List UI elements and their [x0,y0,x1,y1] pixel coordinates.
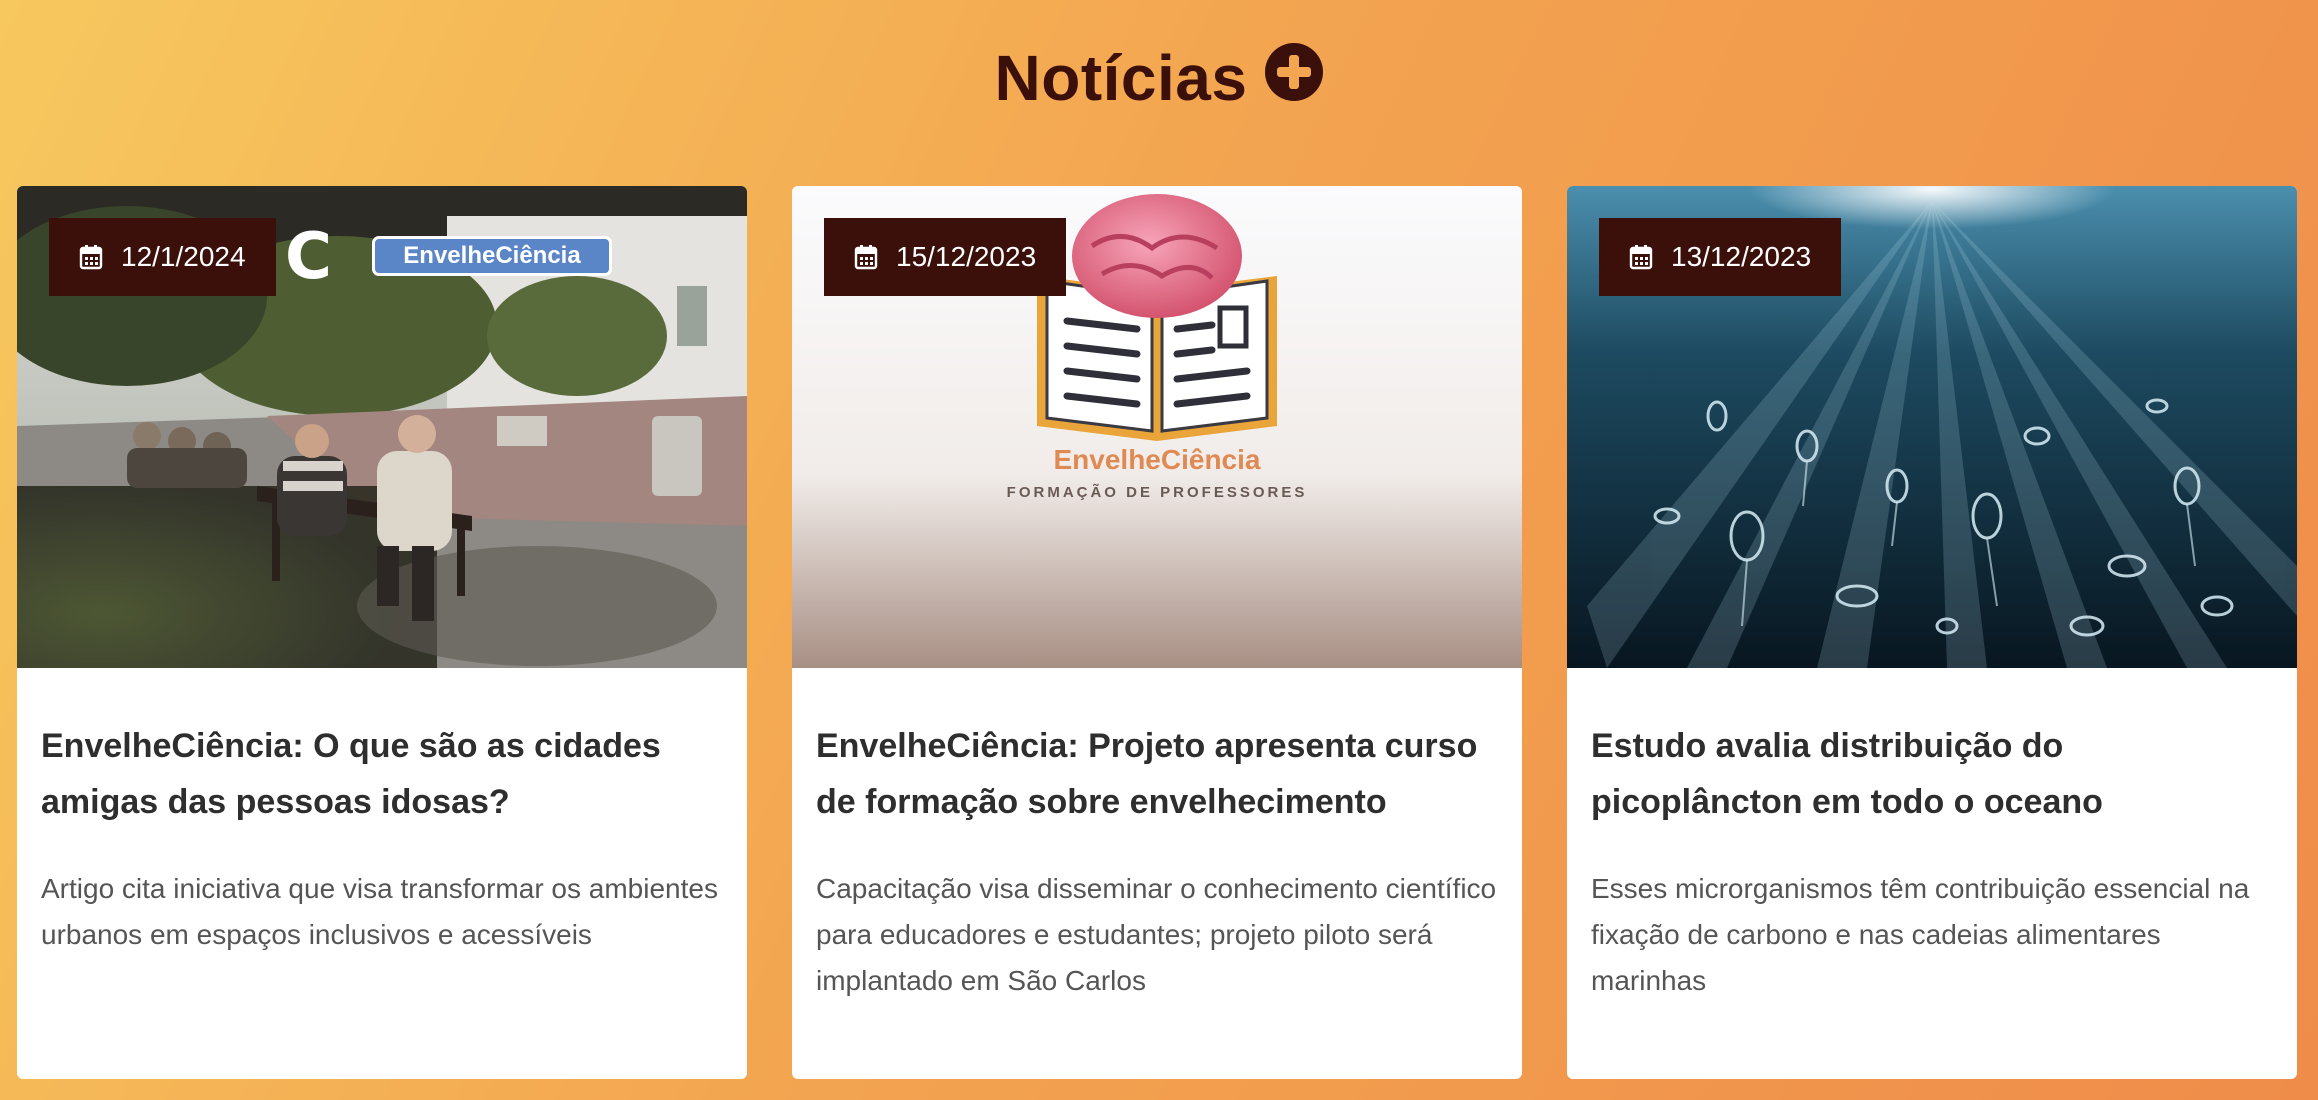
envelheciencia-logo-banner: EnvelheCiência [372,236,612,276]
image-brand-subtitle: FORMAÇÃO DE PROFESSORES [1006,484,1308,501]
news-card-2[interactable]: EnvelheCiência FORMAÇÃO DE PROFESSORES 1… [792,186,1522,1079]
card-title[interactable]: Estudo avalia distribuição do picoplânct… [1591,718,2273,830]
image-brand-name: EnvelheCiência [1053,444,1261,475]
card-excerpt: Capacitação visa disseminar o conhecimen… [816,873,1497,996]
news-card-3[interactable]: 13/12/2023 Estudo avalia distribuição do… [1567,186,2297,1079]
card-excerpt: Esses microrganismos têm contribuição es… [1591,873,2250,996]
news-card-image-ocean[interactable]: 13/12/2023 [1567,186,2297,668]
date-text: 12/1/2024 [121,241,246,272]
calendar-icon [79,245,103,270]
section-header: Notícias [0,38,2318,118]
logo-letter: C [285,220,332,294]
news-card-1[interactable]: C EnvelheCiência 12/1/2024 EnvelheCiênci… [17,186,747,1079]
date-badge: 15/12/2023 [824,218,1067,296]
date-badge: 13/12/2023 [1599,218,1842,296]
date-text: 15/12/2023 [896,241,1037,272]
card-body: EnvelheCiência: O que são as cidades ami… [17,668,747,1079]
calendar-icon [1629,245,1653,270]
plus-circle-icon[interactable] [1265,43,1324,101]
news-card-image-park[interactable]: C EnvelheCiência 12/1/2024 [17,186,747,668]
card-body: Estudo avalia distribuição do picoplânct… [1567,668,2297,1079]
card-body: EnvelheCiência: Projeto apresenta curso … [792,668,1522,1079]
date-badge: 12/1/2024 [49,218,276,296]
card-excerpt: Artigo cita iniciativa que visa transfor… [41,873,718,950]
section-title: Notícias [994,42,1248,114]
card-title[interactable]: EnvelheCiência: O que são as cidades ami… [41,718,723,830]
calendar-icon [854,245,878,270]
card-title[interactable]: EnvelheCiência: Projeto apresenta curso … [816,718,1498,830]
date-text: 13/12/2023 [1671,241,1812,272]
news-card-image-book[interactable]: EnvelheCiência FORMAÇÃO DE PROFESSORES 1… [792,186,1522,668]
